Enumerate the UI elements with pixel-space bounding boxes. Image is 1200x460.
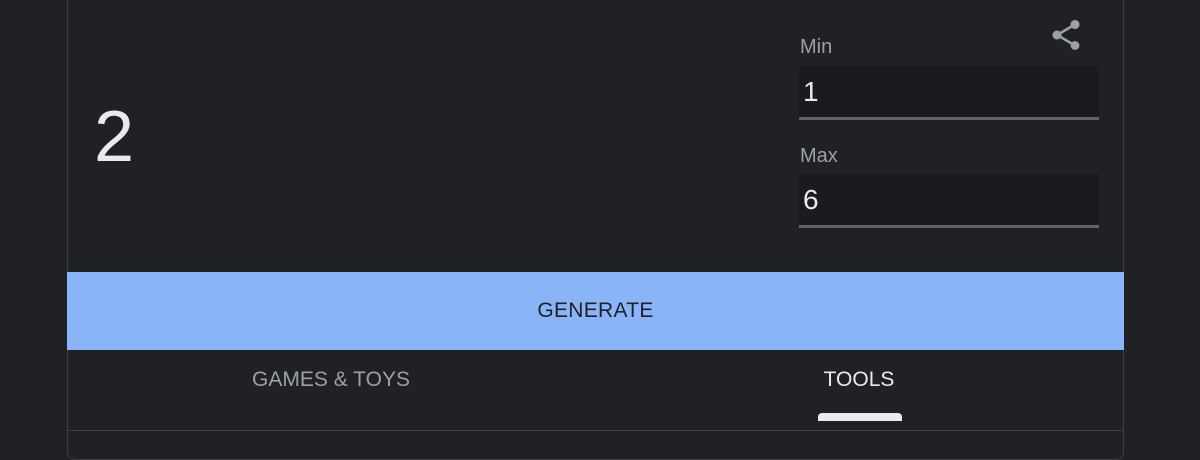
generated-number: 2 (94, 97, 135, 177)
share-icon (1052, 20, 1080, 50)
generate-button[interactable]: GENERATE (67, 272, 1124, 350)
random-number-card: 2 Min Max GENERATE GAMES & TOYS TOOLS (67, 0, 1124, 460)
share-button[interactable] (1048, 17, 1084, 53)
min-input[interactable] (799, 66, 1099, 120)
max-label: Max (800, 145, 838, 167)
active-tab-indicator (818, 413, 902, 421)
category-tabs: GAMES & TOYS TOOLS (67, 350, 1124, 431)
min-label: Min (800, 36, 833, 58)
max-input[interactable] (799, 174, 1099, 228)
tab-games-toys[interactable]: GAMES & TOYS (67, 350, 595, 430)
